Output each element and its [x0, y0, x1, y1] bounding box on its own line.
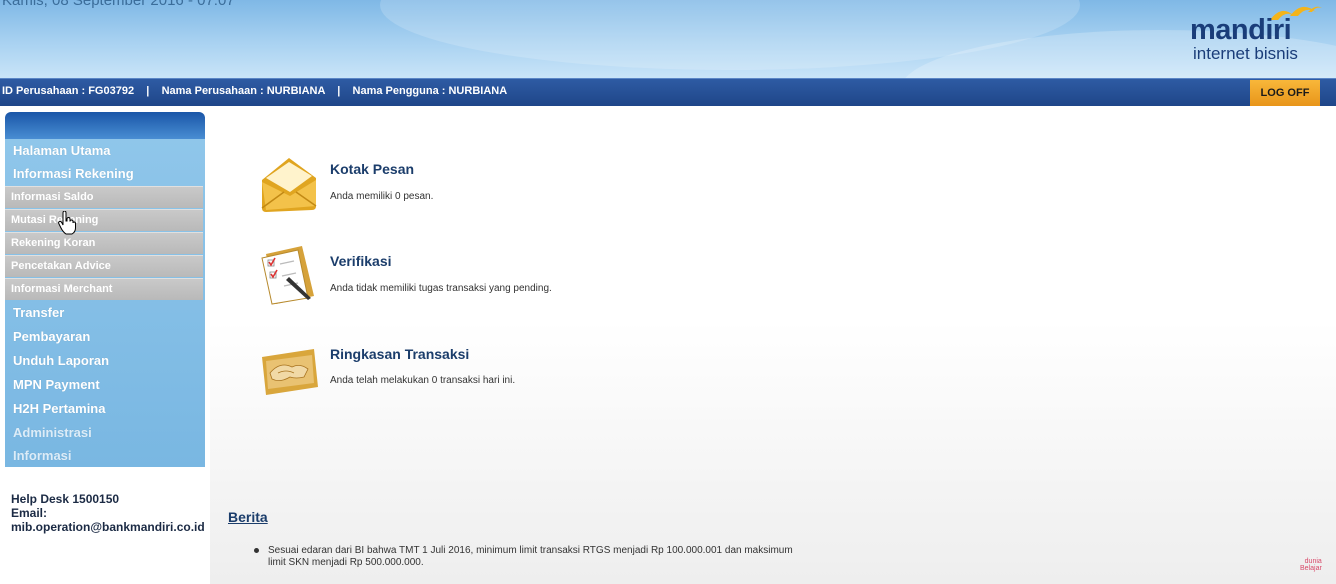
user-info-bar: ID Perusahaan : FG03792 | Nama Perusahaa…: [0, 78, 1336, 106]
hand-cursor-icon: [58, 211, 76, 235]
card-desc-verifikasi: Anda tidak memiliki tugas transaksi yang…: [330, 283, 552, 294]
logo-brand-text: mandiri: [1190, 14, 1292, 46]
submenu-item-informasi-merchant[interactable]: Informasi Merchant: [5, 278, 203, 300]
date-display: Kamis, 08 September 2016 - 07:07: [2, 0, 235, 9]
watermark-line: Belajar: [1300, 565, 1322, 572]
company-user-info: ID Perusahaan : FG03792 | Nama Perusahaa…: [2, 85, 508, 97]
handshake-icon[interactable]: [256, 333, 322, 399]
menu-item-transfer[interactable]: Transfer: [5, 301, 205, 325]
menu-item-pembayaran[interactable]: Pembayaran: [5, 325, 205, 349]
main-content-area: [210, 106, 1336, 584]
card-desc-kotak-pesan: Anda memiliki 0 pesan.: [330, 191, 434, 202]
help-desk-email[interactable]: mib.operation@bankmandiri.co.id: [11, 520, 205, 534]
header-banner: Kamis, 08 September 2016 - 07:07 mandiri…: [0, 0, 1336, 78]
menu-item-halaman-utama[interactable]: Halaman Utama: [5, 139, 205, 163]
logoff-button[interactable]: LOG OFF: [1250, 80, 1320, 106]
envelope-icon[interactable]: [256, 150, 322, 216]
bullet-icon: [254, 548, 259, 553]
card-title-verifikasi[interactable]: Verifikasi: [330, 253, 392, 269]
logo-sub-text: internet bisnis: [1193, 44, 1298, 63]
menu-item-mpn-payment[interactable]: MPN Payment: [5, 373, 205, 397]
help-desk-info: Help Desk 1500150 Email: mib.operation@b…: [11, 492, 205, 534]
sidebar-menu: Halaman Utama Informasi Rekening Informa…: [5, 139, 205, 467]
news-item: Sesuai edaran dari BI bahwa TMT 1 Juli 2…: [268, 545, 793, 568]
news-section-title[interactable]: Berita: [228, 509, 268, 525]
sidebar-header: [5, 112, 205, 140]
submenu-item-informasi-saldo[interactable]: Informasi Saldo: [5, 186, 203, 208]
submenu-item-mutasi-rekening[interactable]: Mutasi Rekening: [5, 209, 203, 231]
card-desc-ringkasan-transaksi: Anda telah melakukan 0 transaksi hari in…: [330, 375, 516, 386]
menu-item-unduh-laporan[interactable]: Unduh Laporan: [5, 349, 205, 373]
menu-item-informasi-rekening[interactable]: Informasi Rekening: [5, 162, 205, 186]
checklist-icon[interactable]: [256, 240, 322, 306]
mandiri-logo: mandiri internet bisnis: [1190, 2, 1330, 72]
watermark: dunia Belajar: [1300, 558, 1322, 572]
watermark-line: dunia: [1304, 558, 1322, 565]
card-title-kotak-pesan[interactable]: Kotak Pesan: [330, 161, 414, 177]
email-label: Email:: [11, 506, 48, 520]
menu-item-administrasi[interactable]: Administrasi: [5, 421, 205, 445]
help-desk-number: Help Desk 1500150: [11, 492, 120, 506]
card-title-ringkasan-transaksi[interactable]: Ringkasan Transaksi: [330, 346, 469, 362]
submenu-item-rekening-koran[interactable]: Rekening Koran: [5, 232, 203, 254]
menu-item-informasi[interactable]: Informasi: [5, 444, 205, 468]
submenu-item-pencetakan-advice[interactable]: Pencetakan Advice: [5, 255, 203, 277]
menu-item-h2h-pertamina[interactable]: H2H Pertamina: [5, 397, 205, 421]
